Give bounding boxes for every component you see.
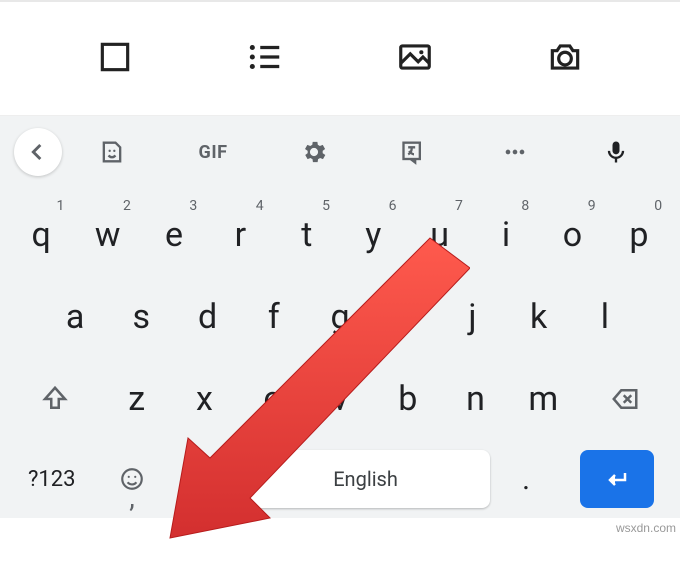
keyboard-row-3: z x c v b n m — [4, 358, 676, 440]
keyboard-suggestion-bar: GIF — [0, 116, 680, 188]
key-w[interactable]: 2w — [74, 194, 140, 276]
shift-key[interactable] — [8, 358, 103, 440]
gear-icon[interactable] — [263, 138, 364, 166]
key-p[interactable]: 0p — [606, 194, 672, 276]
key-r[interactable]: 4r — [207, 194, 273, 276]
keyboard-row-4: ?123 , English . — [4, 440, 676, 518]
key-n[interactable]: n — [442, 358, 510, 440]
globe-key[interactable] — [169, 440, 242, 518]
key-f[interactable]: f — [241, 276, 307, 358]
translate-icon[interactable] — [364, 138, 465, 166]
key-m[interactable]: m — [509, 358, 577, 440]
keyboard-row-1: 1q 2w 3e 4r 5t 6y 7u 8i 9o 0p — [4, 194, 676, 276]
key-e[interactable]: 3e — [141, 194, 207, 276]
key-c[interactable]: c — [238, 358, 306, 440]
key-q[interactable]: 1q — [8, 194, 74, 276]
sticker-icon[interactable] — [62, 138, 163, 166]
key-j[interactable]: j — [439, 276, 505, 358]
key-z[interactable]: z — [103, 358, 171, 440]
key-o[interactable]: 9o — [539, 194, 605, 276]
key-h[interactable]: h — [373, 276, 439, 358]
symbols-key[interactable]: ?123 — [8, 440, 96, 518]
camera-icon[interactable] — [546, 38, 584, 80]
key-b[interactable]: b — [374, 358, 442, 440]
space-key[interactable]: English — [242, 440, 490, 518]
key-x[interactable]: x — [171, 358, 239, 440]
gif-button[interactable]: GIF — [163, 142, 264, 163]
more-icon[interactable] — [465, 138, 566, 166]
key-l[interactable]: l — [572, 276, 638, 358]
key-k[interactable]: k — [506, 276, 572, 358]
collapse-button[interactable] — [14, 128, 62, 176]
key-g[interactable]: g — [307, 276, 373, 358]
bullet-list-icon[interactable] — [246, 38, 284, 80]
key-y[interactable]: 6y — [340, 194, 406, 276]
enter-key[interactable] — [563, 440, 672, 518]
keyboard-row-2: a s d f g h j k l — [4, 276, 676, 358]
backspace-key[interactable] — [577, 358, 672, 440]
key-t[interactable]: 5t — [274, 194, 340, 276]
key-a[interactable]: a — [42, 276, 108, 358]
watermark: wsxdn.com — [616, 521, 676, 535]
image-icon[interactable] — [396, 38, 434, 80]
mic-icon[interactable] — [565, 138, 666, 166]
key-u[interactable]: 7u — [406, 194, 472, 276]
app-toolbar — [0, 0, 680, 116]
key-s[interactable]: s — [108, 276, 174, 358]
stop-icon[interactable] — [96, 38, 134, 80]
key-d[interactable]: d — [174, 276, 240, 358]
key-i[interactable]: 8i — [473, 194, 539, 276]
key-v[interactable]: v — [306, 358, 374, 440]
period-key[interactable]: . — [490, 440, 563, 518]
keyboard: 1q 2w 3e 4r 5t 6y 7u 8i 9o 0p a s d f g … — [0, 188, 680, 518]
emoji-key[interactable]: , — [96, 440, 169, 518]
